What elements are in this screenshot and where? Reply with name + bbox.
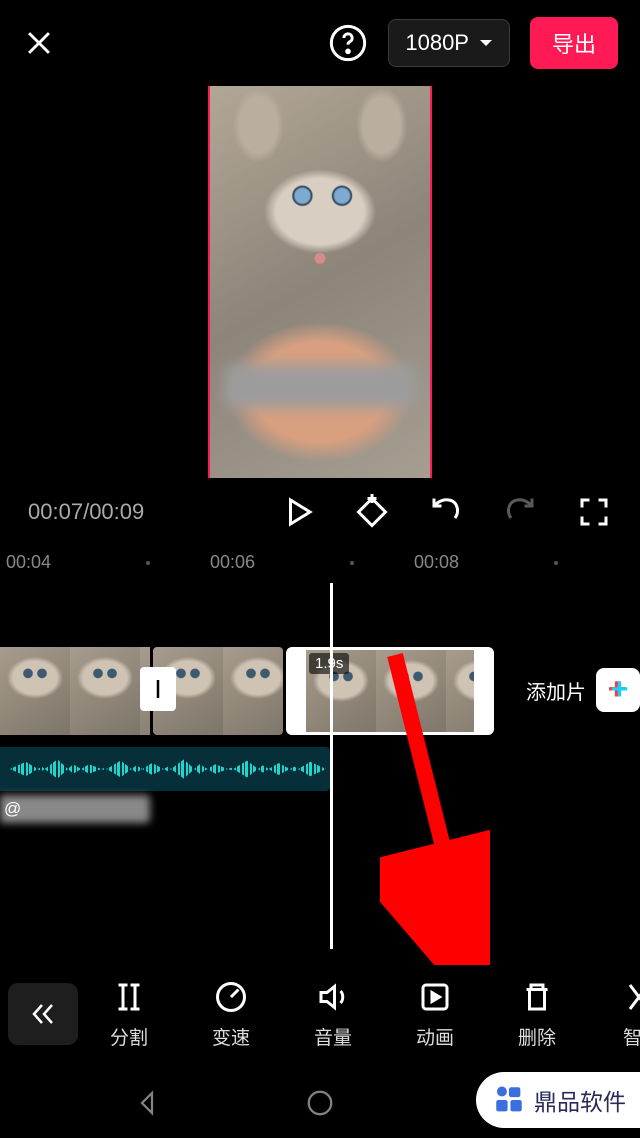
tool-split[interactable]: 分割 xyxy=(78,979,180,1050)
tool-speed[interactable]: 变速 xyxy=(180,979,282,1050)
play-icon[interactable] xyxy=(280,494,316,530)
playhead[interactable] xyxy=(330,583,333,949)
export-button[interactable]: 导出 xyxy=(530,17,618,69)
undo-icon[interactable] xyxy=(428,494,464,530)
clip-1[interactable] xyxy=(0,647,150,735)
tool-smart[interactable]: 智能 xyxy=(588,979,640,1050)
help-icon[interactable] xyxy=(328,23,368,63)
timeline[interactable]: 1.9s 添加片 + @ xyxy=(0,589,640,869)
transition-button[interactable] xyxy=(140,667,176,711)
time-ruler: 00:04 00:06 00:08 xyxy=(0,542,640,579)
resolution-button[interactable]: 1080P xyxy=(388,19,510,67)
clip-selected[interactable]: 1.9s xyxy=(286,647,494,735)
fullscreen-icon[interactable] xyxy=(576,494,612,530)
watermark: 鼎品软件 xyxy=(476,1072,640,1128)
watermark-text: 鼎品软件 xyxy=(534,1083,626,1117)
time-display: 00:07/00:09 xyxy=(28,499,144,525)
nav-home-icon[interactable] xyxy=(305,1088,335,1118)
close-icon[interactable] xyxy=(22,26,56,60)
audio-track[interactable] xyxy=(0,747,330,791)
add-scene-label: 添加片 xyxy=(526,676,586,705)
watermark-logo-icon xyxy=(492,1083,526,1117)
tool-animation[interactable]: 动画 xyxy=(384,979,486,1050)
back-button[interactable] xyxy=(8,983,78,1045)
audio-meta: @ xyxy=(4,799,21,819)
nav-back-icon[interactable] xyxy=(132,1088,162,1118)
export-label: 导出 xyxy=(552,32,596,57)
tool-volume[interactable]: 音量 xyxy=(282,979,384,1050)
keyframe-icon[interactable] xyxy=(354,494,390,530)
tool-delete[interactable]: 删除 xyxy=(486,979,588,1050)
preview-area xyxy=(0,80,640,478)
preview-frame[interactable] xyxy=(208,86,432,478)
add-clip-button[interactable]: + xyxy=(596,668,640,712)
edit-toolbar: 分割 变速 音量 动画 删除 智能 xyxy=(0,968,640,1060)
redo-icon[interactable] xyxy=(502,494,538,530)
chevron-down-icon xyxy=(479,38,493,48)
resolution-label: 1080P xyxy=(405,30,469,56)
